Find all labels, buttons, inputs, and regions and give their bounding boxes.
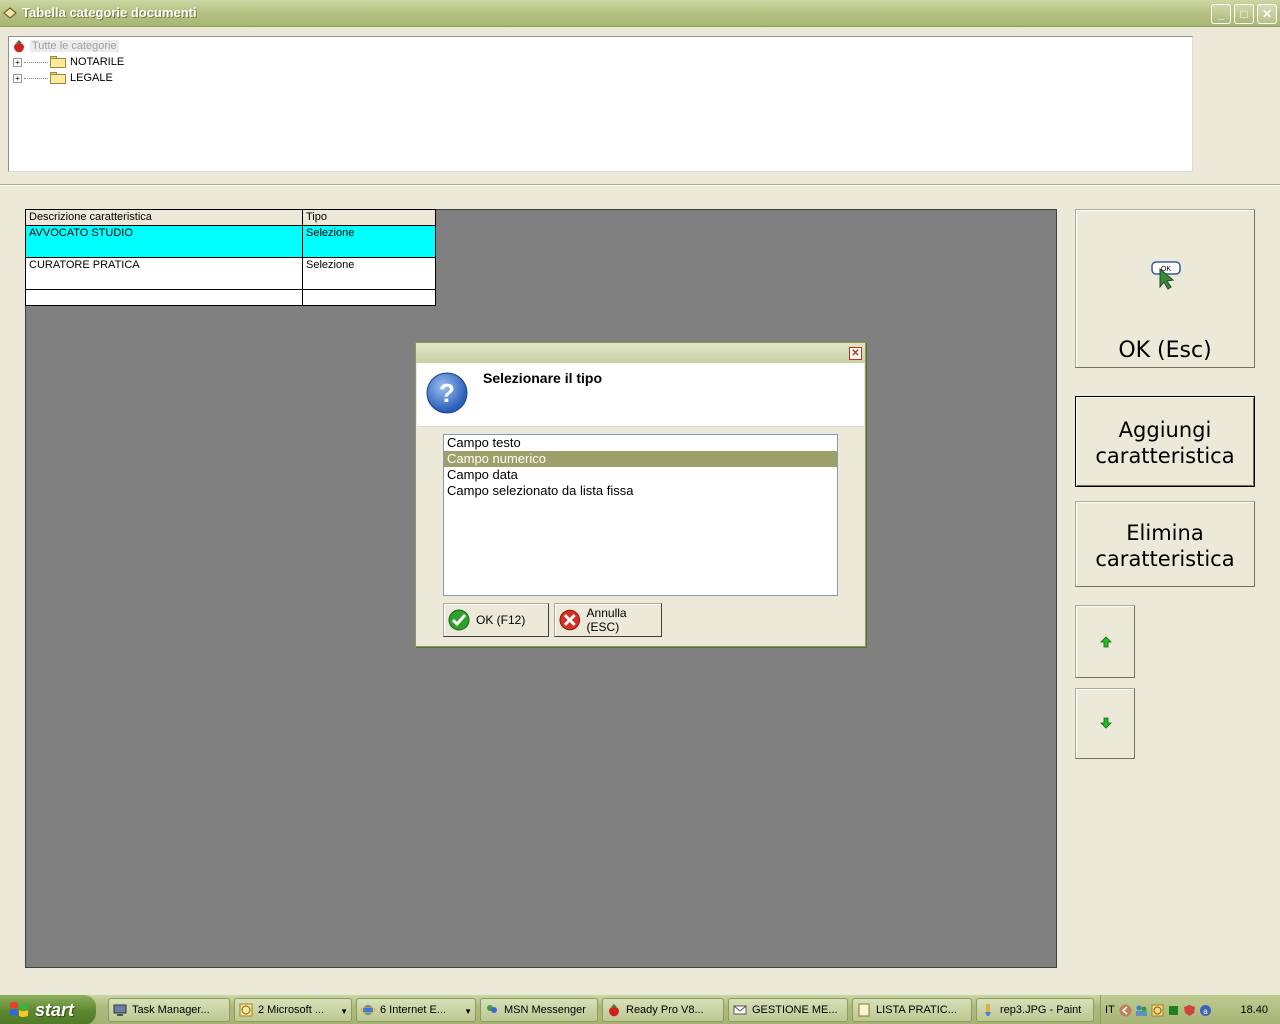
tree-item-label: NOTARILE — [70, 56, 125, 68]
tree-item-legale[interactable]: + LEGALE — [13, 70, 113, 86]
dialog-header: ? Selezionare il tipo — [417, 363, 864, 427]
chevron-down-icon: ▼ — [340, 1007, 348, 1016]
folder-icon — [50, 72, 66, 84]
arrow-up-icon — [1100, 636, 1112, 648]
task-paint[interactable]: rep3.JPG - Paint — [976, 998, 1094, 1022]
title-bar: Tabella categorie documenti _ □ ✕ — [0, 0, 1280, 27]
task-msn-messenger[interactable]: MSN Messenger — [480, 998, 598, 1022]
task-ready-pro[interactable]: Ready Pro V8... — [602, 998, 724, 1022]
close-button[interactable]: ✕ — [1257, 4, 1277, 24]
delete-characteristic-button[interactable]: Elimina caratteristica — [1075, 501, 1255, 587]
del-label-line2: caratteristica — [1095, 547, 1235, 571]
svg-text:?: ? — [439, 378, 455, 408]
document-icon — [858, 1003, 870, 1017]
task-gestione[interactable]: GESTIONE ME... — [728, 998, 848, 1022]
task-lista-pratiche[interactable]: LISTA PRATIC... — [852, 998, 972, 1022]
move-up-button[interactable] — [1075, 605, 1135, 678]
task-microsoft[interactable]: 2 Microsoft ... ▼ — [234, 998, 352, 1022]
list-item[interactable]: Campo testo — [444, 435, 837, 451]
add-label-line1: Aggiungi — [1118, 418, 1212, 442]
dialog-close-icon[interactable]: ✕ — [849, 347, 862, 360]
minimize-button[interactable]: _ — [1211, 4, 1231, 24]
msn-icon — [487, 1005, 497, 1013]
column-header-descrizione[interactable]: Descrizione caratteristica — [26, 210, 303, 225]
language-indicator[interactable]: IT — [1105, 1004, 1115, 1016]
start-button[interactable]: start — [0, 995, 96, 1024]
task-task-manager[interactable]: Task Manager... — [108, 998, 230, 1022]
list-item[interactable]: Campo selezionato da lista fissa — [444, 483, 837, 499]
cell-tipo[interactable]: Selezione — [303, 226, 435, 257]
list-item-selected[interactable]: Campo numerico — [444, 451, 837, 467]
system-tray: IT a 18.40 — [1100, 995, 1280, 1024]
strawberry-icon — [14, 40, 24, 53]
move-down-button[interactable] — [1075, 688, 1135, 759]
shield-icon[interactable] — [1183, 1004, 1196, 1017]
clock-tray-icon[interactable] — [1151, 1004, 1164, 1017]
window-title: Tabella categorie documenti — [22, 5, 197, 20]
tree-item-notarile[interactable]: + NOTARILE — [13, 54, 124, 70]
ok-esc-label: OK (Esc) — [1118, 338, 1212, 363]
app-icon — [3, 7, 17, 19]
tree-item-label: LEGALE — [70, 72, 113, 84]
cancel-icon — [559, 609, 581, 631]
cell-descrizione[interactable]: AVVOCATO STUDIO — [26, 226, 303, 257]
svg-text:a: a — [1203, 1007, 1208, 1016]
monitor-icon — [113, 1004, 127, 1016]
chevron-down-icon: ▼ — [464, 1007, 472, 1016]
expand-icon[interactable]: + — [13, 57, 22, 67]
grid-header: Descrizione caratteristica Tipo — [26, 210, 435, 226]
separator — [0, 184, 1280, 186]
arrow-down-icon — [1100, 717, 1112, 729]
clock[interactable]: 18.40 — [1240, 1004, 1268, 1016]
ie-icon — [361, 1005, 375, 1015]
dialog-title-bar: ✕ — [416, 343, 865, 363]
column-header-tipo[interactable]: Tipo — [303, 210, 435, 225]
add-characteristic-button[interactable]: Aggiungi caratteristica — [1075, 396, 1255, 487]
ok-esc-button[interactable]: OK OK (Esc) — [1075, 209, 1255, 368]
del-label-line1: Elimina — [1126, 521, 1204, 545]
cell-descrizione[interactable]: CURATORE PRATICA — [26, 258, 303, 289]
add-label-line2: caratteristica — [1095, 444, 1235, 468]
folder-icon — [50, 56, 66, 68]
tree-root-label: Tutte le categorie — [30, 40, 119, 52]
question-icon: ? — [426, 372, 468, 414]
paint-icon — [985, 1004, 991, 1016]
dialog-heading: Selezionare il tipo — [483, 370, 603, 386]
characteristics-grid[interactable]: Descrizione caratteristica Tipo AVVOCATO… — [25, 209, 436, 306]
ok-cursor-icon: OK — [1151, 261, 1181, 290]
tree-root[interactable]: Tutte le categorie — [12, 38, 119, 54]
start-label: start — [35, 999, 75, 1020]
cell-tipo[interactable]: Selezione — [303, 258, 435, 289]
clock-app-icon — [239, 1003, 253, 1017]
mail-icon — [733, 1005, 747, 1015]
list-item[interactable]: Campo data — [444, 467, 837, 483]
check-icon — [448, 609, 470, 631]
expand-icon[interactable]: + — [13, 73, 22, 83]
windows-flag-icon — [10, 1002, 28, 1017]
table-row[interactable]: CURATORE PRATICA Selezione — [26, 258, 435, 290]
task-internet-explorer[interactable]: 6 Internet E... ▼ — [356, 998, 476, 1022]
category-tree[interactable]: Tutte le categorie + NOTARILE + LEGALE — [8, 36, 1193, 172]
tray-arrow-icon[interactable] — [1119, 1004, 1132, 1017]
type-listbox[interactable]: Campo testo Campo numerico Campo data Ca… — [443, 434, 838, 596]
dialog-cancel-label: Annulla (ESC) — [586, 606, 627, 634]
dialog-cancel-button[interactable]: Annulla (ESC) — [554, 603, 662, 637]
table-row[interactable]: AVVOCATO STUDIO Selezione — [26, 226, 435, 258]
strawberry-icon — [609, 1004, 619, 1017]
network-icon[interactable] — [1167, 1004, 1180, 1017]
dialog-ok-label: OK (F12) — [476, 613, 526, 627]
table-row-empty[interactable] — [26, 290, 435, 305]
maximize-button[interactable]: □ — [1234, 4, 1254, 24]
dialog-ok-button[interactable]: OK (F12) — [443, 603, 549, 637]
taskbar: start Task Manager... 2 Microsoft ... ▼ … — [0, 994, 1280, 1024]
antivirus-icon[interactable]: a — [1199, 1004, 1212, 1017]
users-icon[interactable] — [1135, 1004, 1148, 1017]
